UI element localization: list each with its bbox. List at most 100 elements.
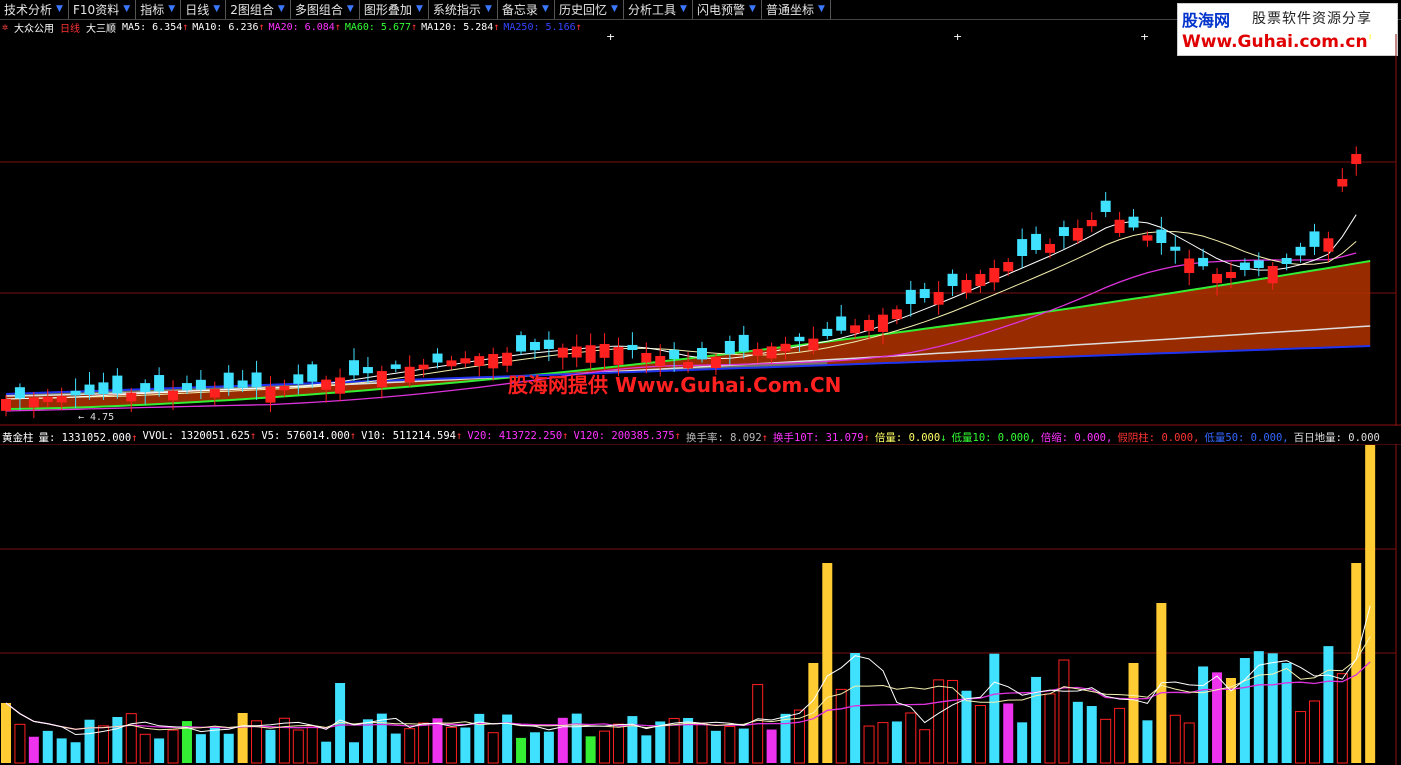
candle-body <box>697 348 707 360</box>
dropdown-arrow-icon[interactable]: ▼ <box>415 0 424 19</box>
candle-body <box>307 364 318 382</box>
toolbar-item-label: F10资料 <box>73 3 120 17</box>
candle-body <box>794 336 805 342</box>
toolbar-item-5[interactable]: 多图组合 ▼ <box>291 0 359 19</box>
volume-bar <box>404 728 416 764</box>
volume-bar <box>42 730 53 763</box>
volume-bar <box>14 723 26 764</box>
up-arrow-icon: ↑ <box>334 21 341 33</box>
toolbar-item-6[interactable]: 图形叠加 ▼ <box>360 0 428 19</box>
candle-body <box>223 372 234 389</box>
volume-bar <box>418 722 430 764</box>
dropdown-arrow-icon[interactable]: ▼ <box>748 0 757 19</box>
volume-legend-item: 量: 1331052.000↑ <box>39 430 138 445</box>
candle-body <box>237 380 248 388</box>
up-arrow-icon: ↑ <box>258 21 265 33</box>
candle-body <box>1058 227 1069 236</box>
toolbar-item-0[interactable]: 技术分析 ▼ <box>0 0 68 19</box>
candle-body <box>376 371 387 388</box>
toolbar-item-1[interactable]: F10资料 ▼ <box>69 0 135 19</box>
signal-star-icon: + <box>606 34 615 43</box>
toolbar-item-4[interactable]: 2图组合 ▼ <box>226 0 290 19</box>
toolbar-item-3[interactable]: 日线 ▼ <box>181 0 225 19</box>
volume-bar <box>696 722 708 764</box>
volume-bar <box>1198 666 1209 763</box>
volume-bar <box>209 726 220 763</box>
candle-body <box>195 379 206 390</box>
volume-bar <box>1086 706 1097 763</box>
candle-body <box>1253 260 1264 268</box>
volume-bar <box>1031 676 1042 763</box>
toolbar-item-2[interactable]: 指标 ▼ <box>136 0 180 19</box>
candle-body <box>251 372 262 388</box>
dropdown-arrow-icon[interactable]: ▼ <box>484 0 493 19</box>
signal-star-icon: + <box>1140 34 1149 43</box>
volume-bar <box>487 732 499 764</box>
toolbar-separator <box>830 0 831 19</box>
volume-bar <box>278 717 290 764</box>
volume-bar <box>1128 663 1139 763</box>
dropdown-arrow-icon[interactable]: ▼ <box>541 0 550 19</box>
dropdown-arrow-icon[interactable]: ▼ <box>122 0 131 19</box>
signal-star-icon: + <box>953 34 962 43</box>
dropdown-arrow-icon[interactable]: ▼ <box>346 0 355 19</box>
candle-body <box>390 364 401 369</box>
dropdown-arrow-icon[interactable]: ▼ <box>817 0 826 19</box>
candle-body <box>209 389 220 398</box>
candle-body <box>335 377 346 394</box>
toolbar-item-label: 普通坐标 <box>765 3 814 17</box>
candle-body <box>42 396 53 402</box>
candle-body <box>1003 262 1014 272</box>
candle-body <box>975 274 986 286</box>
toolbar-item-11[interactable]: 闪电预警 ▼ <box>693 0 761 19</box>
dropdown-arrow-icon[interactable]: ▼ <box>167 0 176 19</box>
candle-body <box>669 349 680 359</box>
toolbar-item-8[interactable]: 备忘录 ▼ <box>498 0 554 19</box>
candle-body <box>279 386 290 391</box>
volume-legend-value: 假阴柱: 0.000, <box>1117 431 1200 444</box>
dropdown-arrow-icon[interactable]: ▼ <box>679 0 688 19</box>
candle-body <box>418 364 429 370</box>
ma-legend-value: MA10: 6.236 <box>192 21 259 33</box>
logo-slogan: 股票软件资源分享 <box>1252 11 1372 27</box>
volume-legend-item: 倍缩: 0.000, <box>1041 430 1113 445</box>
toolbar-item-7[interactable]: 系统指示 ▼ <box>429 0 497 19</box>
candle-body <box>70 390 81 396</box>
dropdown-arrow-icon[interactable]: ▼ <box>610 0 619 19</box>
candle-body <box>1031 233 1042 250</box>
volume-bar <box>167 729 179 764</box>
candle-body <box>1142 235 1153 241</box>
candle-body <box>627 344 638 350</box>
candle-body <box>683 362 694 369</box>
candle-body <box>1323 238 1334 252</box>
ma-legend-item: MA10: 6.236↑ <box>192 22 264 33</box>
toolbar-item-9[interactable]: 历史回忆 ▼ <box>555 0 623 19</box>
volume-bar <box>1114 707 1126 764</box>
volume-bar <box>1169 714 1181 764</box>
candle-body <box>808 338 819 351</box>
up-arrow-icon: ↑ <box>761 431 769 444</box>
volume-bar <box>125 713 137 764</box>
candle-body <box>293 374 304 384</box>
toolbar-item-12[interactable]: 普通坐标 ▼ <box>762 0 830 19</box>
logo-brand: 股海网 <box>1182 11 1231 30</box>
toolbar-item-label: 技术分析 <box>4 3 53 17</box>
toolbar-item-label: 指标 <box>140 3 165 17</box>
candle-body <box>557 347 568 358</box>
volume-bar <box>1072 701 1083 763</box>
volume-chart[interactable] <box>0 444 1401 765</box>
dropdown-arrow-icon[interactable]: ▼ <box>212 0 221 19</box>
dropdown-arrow-icon[interactable]: ▼ <box>277 0 286 19</box>
volume-bar <box>543 731 554 763</box>
candle-body <box>822 328 833 336</box>
candle-body <box>1239 262 1250 270</box>
volume-bar <box>1336 673 1348 764</box>
ma-legend-item: MA250: 5.166↑ <box>503 22 581 33</box>
volume-legend-item: 假阴柱: 0.000, <box>1117 430 1199 445</box>
toolbar-item-10[interactable]: 分析工具 ▼ <box>624 0 692 19</box>
volume-bar <box>1044 693 1056 764</box>
period-label[interactable]: 日线 <box>60 20 80 35</box>
volume-bar <box>585 736 596 763</box>
dropdown-arrow-icon[interactable]: ▼ <box>55 0 64 19</box>
candlestick-chart[interactable]: ← 4.75 + + + <box>0 34 1401 426</box>
